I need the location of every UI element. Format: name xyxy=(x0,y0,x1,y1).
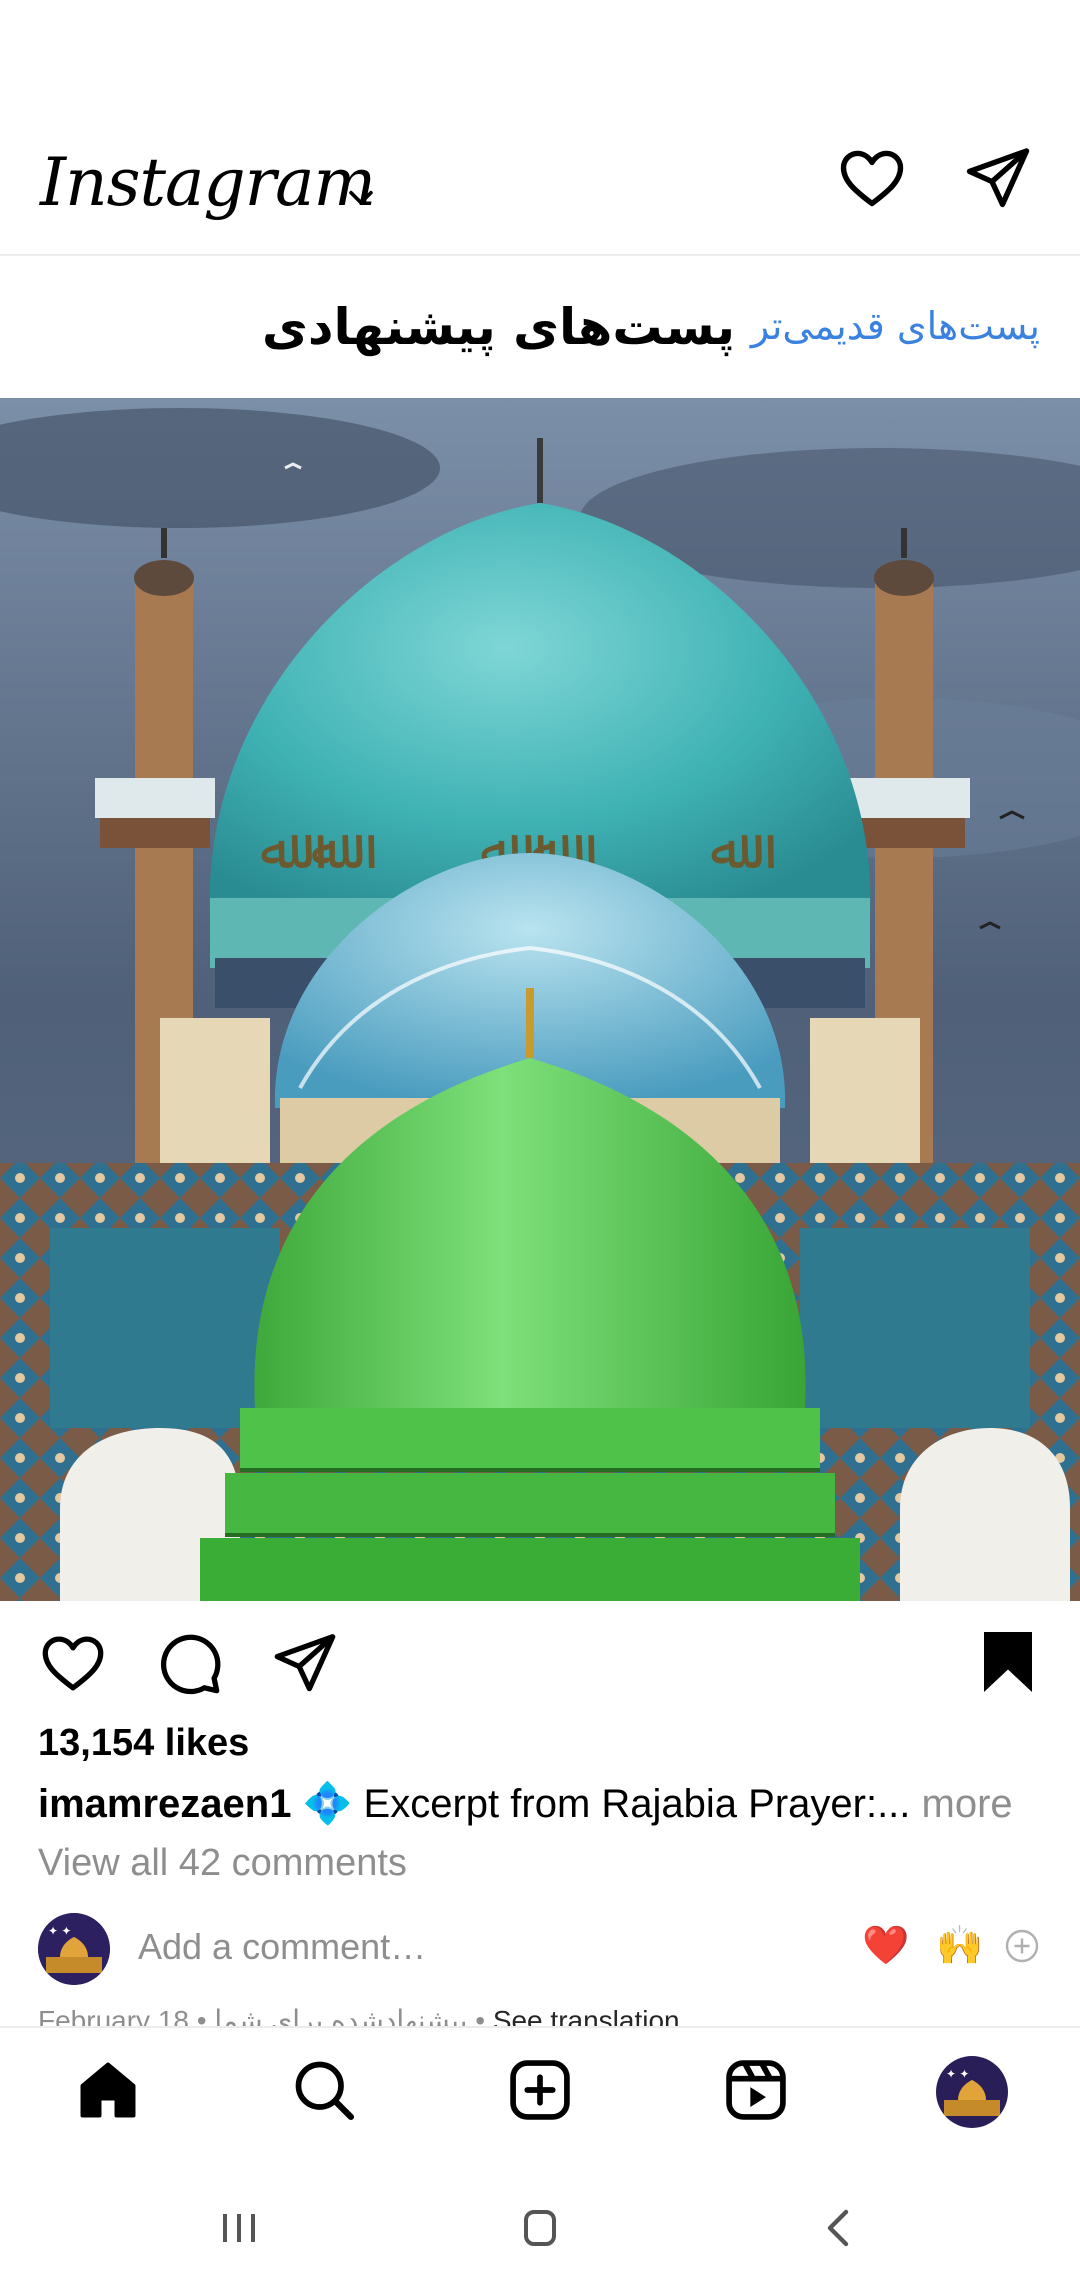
top-header: Instagram xyxy=(0,120,1080,256)
svg-text:✦ ✦: ✦ ✦ xyxy=(946,2067,969,2081)
add-reaction-icon[interactable] xyxy=(1004,1928,1040,1964)
bookmark-saved-icon[interactable] xyxy=(976,1626,1040,1698)
comment-input[interactable]: Add a comment… xyxy=(138,1926,426,1968)
system-home-icon[interactable] xyxy=(514,2204,566,2252)
instagram-logo[interactable]: Instagram xyxy=(40,144,376,221)
caption-text: Excerpt from Rajabia Prayer:... xyxy=(363,1782,911,1826)
quick-reaction-hands[interactable]: 🙌 xyxy=(936,1924,983,1970)
view-comments-link[interactable]: View all 42 comments xyxy=(38,1842,407,1885)
add-comment-row: ✦ ✦ Add a comment… ❤️ 🙌 xyxy=(0,1910,1080,2000)
quick-reaction-heart[interactable]: ❤️ xyxy=(862,1924,909,1970)
post-caption[interactable]: imamrezaen1 💠 Excerpt from Rajabia Praye… xyxy=(38,1780,1013,1827)
back-icon[interactable] xyxy=(816,2204,864,2252)
search-icon[interactable] xyxy=(290,2056,358,2124)
send-icon[interactable] xyxy=(962,142,1034,214)
older-posts-link[interactable]: پست‌های قدیمی‌تر xyxy=(751,304,1040,348)
suggested-posts-bar: پست‌های پیشنهادی پست‌های قدیمی‌تر xyxy=(0,256,1080,396)
share-icon[interactable] xyxy=(270,1628,340,1698)
bottom-nav: ✦ ✦ xyxy=(0,2026,1080,2178)
create-icon[interactable] xyxy=(506,2056,574,2124)
avatar[interactable]: ✦ ✦ xyxy=(38,1913,110,1985)
comment-icon[interactable] xyxy=(154,1628,224,1698)
profile-avatar[interactable]: ✦ ✦ xyxy=(936,2056,1008,2128)
recent-apps-icon[interactable] xyxy=(214,2204,264,2252)
suggested-posts-title: پست‌های پیشنهادی xyxy=(262,298,735,356)
likes-count[interactable]: 13,154 likes xyxy=(38,1722,249,1765)
post-image[interactable]: ﷲ ﷲ ﷲ ﷲ ﷲ xyxy=(0,398,1080,1601)
chevron-down-icon[interactable] xyxy=(344,180,378,214)
svg-text:✦ ✦: ✦ ✦ xyxy=(48,1924,71,1938)
caption-emoji: 💠 xyxy=(302,1782,353,1826)
heart-icon[interactable] xyxy=(836,142,908,214)
reels-icon[interactable] xyxy=(722,2056,790,2124)
like-icon[interactable] xyxy=(38,1628,108,1698)
system-nav-bar xyxy=(0,2176,1080,2280)
caption-more-link[interactable]: more xyxy=(922,1782,1013,1826)
status-bar xyxy=(0,0,1080,120)
home-icon[interactable] xyxy=(74,2056,142,2124)
caption-username[interactable]: imamrezaen1 xyxy=(38,1782,291,1826)
